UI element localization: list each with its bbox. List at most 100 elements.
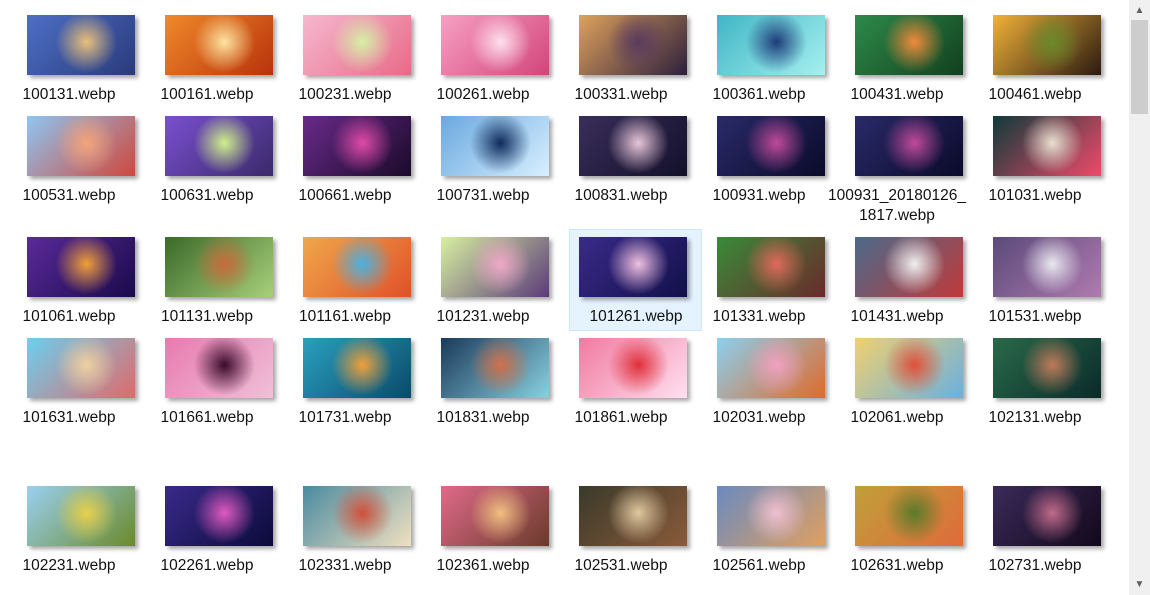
file-item[interactable]: 102531.webp <box>552 486 687 581</box>
file-grid: 100131.webp 100161.webp 100231.webp 100261.… <box>0 0 1129 595</box>
file-item[interactable]: 102061.webp <box>828 338 963 433</box>
file-name: 100831.webp <box>574 187 668 204</box>
file-item[interactable]: 102231.webp <box>0 486 135 581</box>
image-thumbnail <box>579 338 687 398</box>
file-name: 100731.webp <box>436 187 530 204</box>
vertical-scrollbar[interactable]: ▲ ▼ <box>1129 0 1150 595</box>
chevron-up-icon[interactable]: ▲ <box>1129 2 1150 19</box>
file-item[interactable]: 100161.webp <box>138 15 273 110</box>
file-name: 100261.webp <box>436 86 530 103</box>
file-item[interactable]: 100731.webp <box>414 116 549 211</box>
image-thumbnail <box>27 338 135 398</box>
file-item[interactable]: 100431.webp <box>828 15 963 110</box>
file-name: 100931.webp <box>712 187 806 204</box>
image-thumbnail <box>27 15 135 75</box>
file-name: 102231.webp <box>22 557 116 574</box>
file-name: 101531.webp <box>988 308 1082 325</box>
file-name: 100231.webp <box>298 86 392 103</box>
image-thumbnail <box>579 116 687 176</box>
file-item[interactable]: 101161.webp <box>276 237 411 332</box>
file-name: 101861.webp <box>574 409 668 426</box>
file-item[interactable]: 101661.webp <box>138 338 273 433</box>
file-item[interactable]: 101861.webp <box>552 338 687 433</box>
image-thumbnail <box>441 338 549 398</box>
file-item[interactable]: 102631.webp <box>828 486 963 581</box>
file-item[interactable]: 101061.webp <box>0 237 135 332</box>
image-thumbnail <box>165 15 273 75</box>
file-item[interactable]: 102131.webp <box>966 338 1101 433</box>
file-item[interactable]: 100931.webp <box>690 116 825 211</box>
image-thumbnail <box>717 486 825 546</box>
file-item[interactable]: 101261.webp <box>569 229 702 331</box>
image-thumbnail <box>441 15 549 75</box>
file-name: 100431.webp <box>850 86 944 103</box>
file-item[interactable]: 102731.webp <box>966 486 1101 581</box>
image-thumbnail <box>993 15 1101 75</box>
file-item[interactable]: 101631.webp <box>0 338 135 433</box>
image-thumbnail <box>717 15 825 75</box>
file-item[interactable]: 101731.webp <box>276 338 411 433</box>
file-item[interactable]: 100661.webp <box>276 116 411 211</box>
image-thumbnail <box>165 237 273 297</box>
file-item[interactable]: 101031.webp <box>966 116 1101 211</box>
image-thumbnail <box>993 486 1101 546</box>
image-thumbnail <box>27 237 135 297</box>
image-thumbnail <box>441 486 549 546</box>
file-item[interactable]: 101531.webp <box>966 237 1101 332</box>
image-thumbnail <box>165 116 273 176</box>
file-name: 101161.webp <box>299 308 391 325</box>
image-thumbnail <box>303 486 411 546</box>
file-name: 101731.webp <box>298 409 392 426</box>
file-name: 102331.webp <box>298 557 392 574</box>
file-item[interactable]: 100131.webp <box>0 15 135 110</box>
file-item[interactable]: 100361.webp <box>690 15 825 110</box>
file-item[interactable]: 100461.webp <box>966 15 1101 110</box>
file-item[interactable]: 100831.webp <box>552 116 687 211</box>
file-name: 102561.webp <box>712 557 806 574</box>
file-item[interactable]: 100261.webp <box>414 15 549 110</box>
file-item[interactable]: 102561.webp <box>690 486 825 581</box>
image-thumbnail <box>303 15 411 75</box>
file-name: 102731.webp <box>988 557 1082 574</box>
image-thumbnail <box>855 237 963 297</box>
file-item[interactable]: 101331.webp <box>690 237 825 332</box>
file-name: 100461.webp <box>988 86 1082 103</box>
image-thumbnail <box>165 486 273 546</box>
image-thumbnail <box>165 338 273 398</box>
file-item[interactable]: 100231.webp <box>276 15 411 110</box>
file-item[interactable]: 100631.webp <box>138 116 273 211</box>
file-item[interactable]: 102361.webp <box>414 486 549 581</box>
file-name: 101131.webp <box>161 308 253 325</box>
file-item[interactable]: 101131.webp <box>138 237 273 332</box>
file-name: 100361.webp <box>712 86 806 103</box>
file-name: 102531.webp <box>574 557 668 574</box>
image-thumbnail <box>993 116 1101 176</box>
file-name: 100661.webp <box>298 187 392 204</box>
image-thumbnail <box>27 116 135 176</box>
file-item[interactable]: 100931_20180126_1817.webp <box>828 116 966 224</box>
file-name: 101661.webp <box>160 409 254 426</box>
file-name: 101631.webp <box>22 409 116 426</box>
file-item[interactable]: 100531.webp <box>0 116 135 211</box>
image-thumbnail <box>303 237 411 297</box>
file-item[interactable]: 102031.webp <box>690 338 825 433</box>
image-thumbnail <box>855 338 963 398</box>
chevron-down-icon[interactable]: ▼ <box>1129 576 1150 593</box>
file-item[interactable]: 101231.webp <box>414 237 549 332</box>
scroll-thumb[interactable] <box>1131 20 1148 114</box>
file-item[interactable]: 101431.webp <box>828 237 963 332</box>
file-name: 100161.webp <box>160 86 254 103</box>
file-item[interactable]: 101831.webp <box>414 338 549 433</box>
image-thumbnail <box>717 237 825 297</box>
file-item[interactable]: 100331.webp <box>552 15 687 110</box>
image-thumbnail <box>303 338 411 398</box>
file-name: 101061.webp <box>22 308 116 325</box>
image-thumbnail <box>855 486 963 546</box>
file-name: 100631.webp <box>160 187 254 204</box>
file-item[interactable]: 102261.webp <box>138 486 273 581</box>
file-name: 102261.webp <box>160 557 254 574</box>
file-name: 102631.webp <box>850 557 944 574</box>
file-item[interactable]: 102331.webp <box>276 486 411 581</box>
file-name: 102361.webp <box>436 557 530 574</box>
image-thumbnail <box>441 116 549 176</box>
